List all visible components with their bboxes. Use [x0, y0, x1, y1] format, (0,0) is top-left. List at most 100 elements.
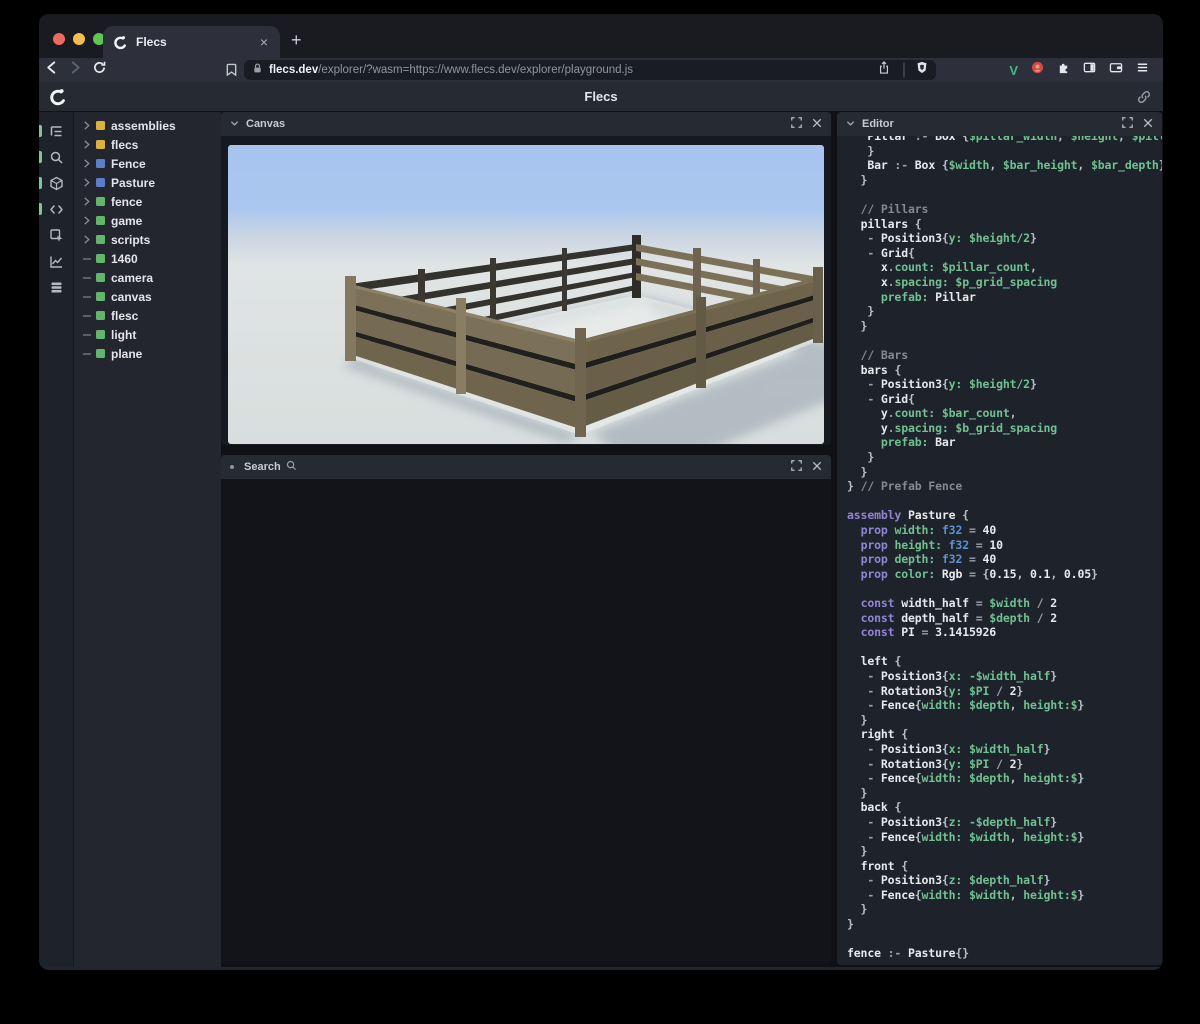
tree-item-label: light: [111, 327, 137, 342]
tree-item-label: flecs: [111, 137, 139, 152]
close-panel-icon[interactable]: [812, 115, 822, 133]
close-panel-icon[interactable]: [812, 458, 822, 476]
code-line: - Fence{width: $depth, height:$}: [867, 771, 1085, 786]
wallet-icon[interactable]: [1109, 61, 1123, 79]
tree-item-camera[interactable]: camera: [74, 268, 221, 287]
share-link-icon[interactable]: [1137, 90, 1151, 109]
leaf-dash-icon: [83, 295, 96, 298]
tree-item-label: 1460: [111, 251, 138, 266]
canvas-3d-render[interactable]: [228, 145, 824, 444]
expand-chevron-icon[interactable]: [83, 216, 96, 225]
code-line: x.spacing: $p_grid_spacing: [880, 274, 1058, 289]
chevron-down-icon[interactable]: [846, 115, 855, 133]
fullscreen-icon[interactable]: [791, 458, 802, 476]
collapsed-dot-icon[interactable]: [230, 465, 234, 469]
bookmark-icon[interactable]: [225, 63, 238, 81]
red-extension-icon[interactable]: [1031, 61, 1044, 79]
url-bar[interactable]: flecs.dev/explorer/?wasm=https://www.fle…: [244, 60, 936, 80]
inspector-icon: [49, 228, 62, 242]
tree-item-assemblies[interactable]: assemblies: [74, 116, 221, 135]
fullscreen-icon[interactable]: [1122, 115, 1133, 133]
editor-panel-header[interactable]: Editor: [837, 112, 1162, 136]
page-title: Flecs: [584, 89, 618, 104]
close-window-button[interactable]: [53, 33, 65, 45]
url-text: flecs.dev/explorer/?wasm=https://www.fle…: [269, 64, 878, 76]
rail-button-inspector-icon[interactable]: [39, 222, 74, 248]
tree-item-1460[interactable]: 1460: [74, 249, 221, 268]
canvas-panel-header[interactable]: Canvas: [221, 112, 831, 136]
brave-shield-icon[interactable]: [916, 61, 928, 79]
tree-item-flecs[interactable]: flecs: [74, 135, 221, 154]
expand-chevron-icon[interactable]: [83, 178, 96, 187]
menu-hamburger-icon[interactable]: [1136, 61, 1149, 79]
tree-item-Fence[interactable]: Fence: [74, 154, 221, 173]
editor-panel: Editor Pillar :- Box {$pillar_width, $he…: [837, 112, 1162, 965]
entity-color-square: [96, 197, 105, 206]
tree-item-label: game: [111, 213, 143, 228]
back-button[interactable]: [39, 61, 63, 79]
minimize-window-button[interactable]: [73, 33, 85, 45]
code-line: } // Prefab Fence: [847, 479, 963, 494]
code-line: prefab: Pillar: [880, 289, 976, 304]
module-color-square: [96, 140, 105, 149]
rail-button-tree-view-icon[interactable]: [39, 118, 74, 144]
url-domain: flecs.dev: [269, 64, 319, 76]
rail-button-code-icon[interactable]: [39, 196, 74, 222]
close-panel-icon[interactable]: [1143, 115, 1153, 133]
expand-chevron-icon[interactable]: [83, 121, 96, 130]
rail-button-scene-cube-icon[interactable]: [39, 170, 74, 196]
code-line: pillars {: [860, 216, 922, 231]
prefab-color-square: [96, 178, 105, 187]
sidebar-toggle-icon[interactable]: [1083, 61, 1096, 79]
code-line: - Fence{width: $width, height:$}: [867, 887, 1085, 902]
fullscreen-icon[interactable]: [791, 115, 802, 133]
reload-button[interactable]: [87, 61, 111, 79]
extensions-puzzle-icon[interactable]: [1057, 61, 1070, 79]
code-line: - Grid{: [867, 245, 915, 260]
tab-flecs[interactable]: Flecs ×: [103, 26, 280, 58]
flecs-logo-icon[interactable]: [49, 88, 67, 106]
chevron-down-icon[interactable]: [230, 115, 239, 133]
code-line: bars {: [860, 362, 902, 377]
code-line: const width_half = $width / 2: [860, 596, 1058, 610]
browser-toolbar: flecs.dev/explorer/?wasm=https://www.fle…: [39, 58, 1163, 82]
new-tab-button[interactable]: +: [291, 30, 302, 51]
tree-item-light[interactable]: light: [74, 325, 221, 344]
expand-chevron-icon[interactable]: [83, 140, 96, 149]
tab-close-icon[interactable]: ×: [258, 35, 270, 49]
share-icon[interactable]: [878, 61, 890, 79]
search-icon: [286, 458, 297, 476]
expand-chevron-icon[interactable]: [83, 235, 96, 244]
tree-item-scripts[interactable]: scripts: [74, 230, 221, 249]
tree-item-canvas[interactable]: canvas: [74, 287, 221, 306]
tree-item-fence[interactable]: fence: [74, 192, 221, 211]
code-line: fence :- Pasture{}: [847, 946, 969, 961]
rail-button-queries-icon[interactable]: [39, 274, 74, 300]
vue-devtools-icon[interactable]: V: [1009, 63, 1018, 78]
scene-cube-icon: [49, 176, 63, 190]
code-line: prop color: Rgb = {0.15, 0.1, 0.05}: [860, 566, 1098, 581]
entity-tree: assemblies flecs Fence Pasture fence game scri…: [74, 112, 221, 967]
rail-button-search-icon[interactable]: [39, 144, 74, 170]
code-line: // Pillars: [860, 201, 929, 216]
rail-button-stats-chart-icon[interactable]: [39, 248, 74, 274]
code-line: }: [847, 712, 868, 727]
active-indicator: [39, 177, 42, 189]
tree-item-Pasture[interactable]: Pasture: [74, 173, 221, 192]
tree-item-label: camera: [111, 270, 154, 285]
search-panel-header[interactable]: Search: [221, 455, 831, 479]
tree-item-plane[interactable]: plane: [74, 344, 221, 363]
forward-button[interactable]: [63, 61, 87, 79]
expand-chevron-icon[interactable]: [83, 159, 96, 168]
entity-color-square: [96, 311, 105, 320]
tree-item-game[interactable]: game: [74, 211, 221, 230]
screen: Flecs × + flecs.dev/explorer/?wasm=https…: [0, 0, 1200, 1024]
expand-chevron-icon[interactable]: [83, 197, 96, 206]
tree-item-flesc[interactable]: flesc: [74, 306, 221, 325]
tree-item-label: fence: [111, 194, 143, 209]
editor-body[interactable]: Pillar :- Box {$pillar_width, $height, $…: [837, 136, 1162, 965]
search-panel-body[interactable]: [221, 479, 831, 964]
prefab-color-square: [96, 159, 105, 168]
tree-item-label: flesc: [111, 308, 139, 323]
tree-view-icon: [50, 125, 61, 136]
